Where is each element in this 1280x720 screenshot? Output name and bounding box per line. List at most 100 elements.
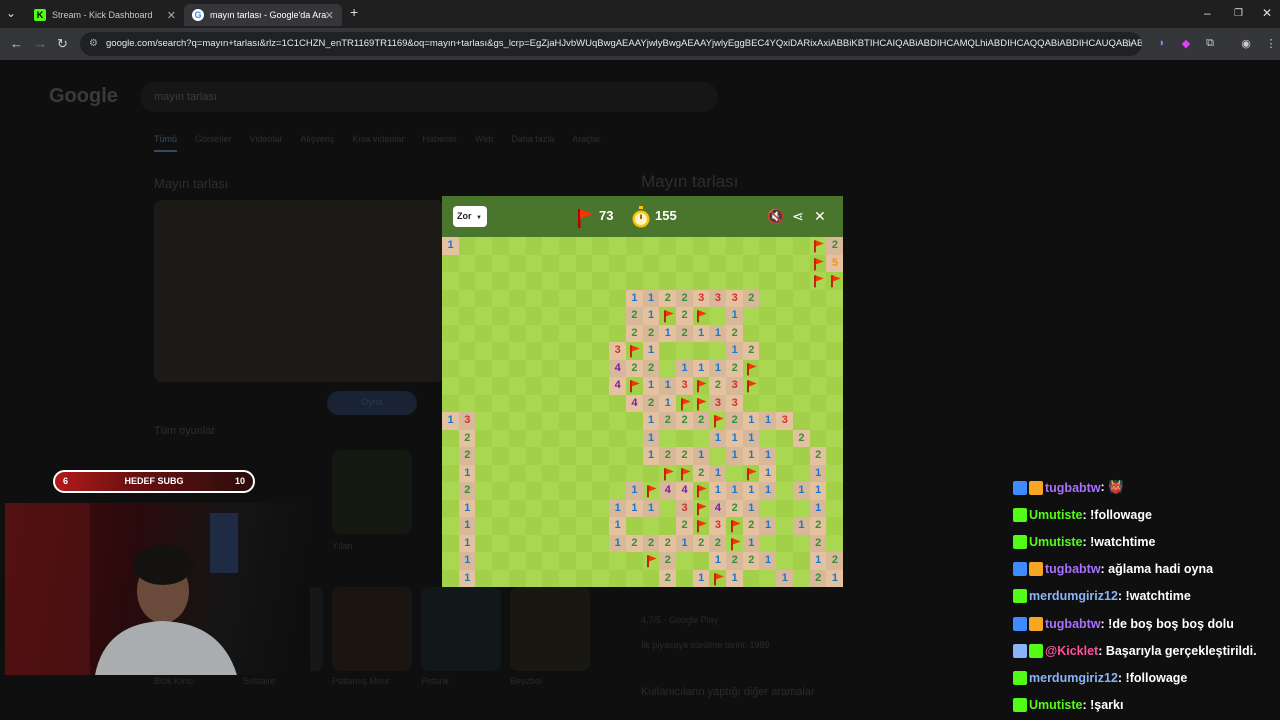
board-cell[interactable] bbox=[625, 412, 643, 430]
board-cell[interactable] bbox=[776, 464, 794, 483]
board-cell[interactable] bbox=[558, 289, 577, 308]
board-cell[interactable] bbox=[442, 429, 460, 448]
board-cell[interactable] bbox=[759, 272, 777, 290]
board-cell[interactable] bbox=[809, 394, 827, 413]
board-cell[interactable] bbox=[525, 377, 543, 395]
board-cell[interactable]: 1 bbox=[625, 482, 643, 500]
board-cell[interactable]: 3 bbox=[726, 394, 744, 413]
board-cell[interactable] bbox=[792, 394, 811, 413]
board-cell[interactable] bbox=[508, 429, 527, 448]
board-cell[interactable] bbox=[792, 552, 811, 570]
board-cell[interactable] bbox=[642, 569, 660, 587]
board-cell[interactable] bbox=[575, 534, 593, 553]
board-cell[interactable] bbox=[508, 237, 527, 255]
board-cell[interactable]: 2 bbox=[726, 552, 744, 570]
board-cell[interactable] bbox=[492, 464, 510, 483]
board-cell[interactable]: 1 bbox=[659, 394, 677, 413]
board-cell[interactable] bbox=[458, 377, 476, 395]
board-cell[interactable] bbox=[575, 324, 593, 343]
tab-tools[interactable]: Araçlar bbox=[572, 134, 601, 152]
sound-muted-icon[interactable]: 🔇 bbox=[767, 208, 784, 225]
board-cell[interactable] bbox=[492, 359, 510, 378]
board-cell[interactable]: 1 bbox=[709, 359, 727, 378]
board-cell[interactable] bbox=[558, 394, 577, 413]
board-cell[interactable] bbox=[508, 289, 527, 308]
board-cell[interactable] bbox=[542, 499, 560, 518]
board-cell[interactable] bbox=[542, 552, 560, 570]
board-cell[interactable]: 4 bbox=[675, 482, 694, 500]
board-cell[interactable] bbox=[759, 569, 777, 587]
board-cell[interactable]: 2 bbox=[726, 499, 744, 518]
board-cell[interactable]: 2 bbox=[458, 482, 476, 500]
board-cell[interactable] bbox=[692, 342, 710, 360]
board-cell[interactable] bbox=[492, 254, 510, 273]
board-cell[interactable] bbox=[609, 482, 627, 500]
board-cell[interactable]: 3 bbox=[726, 377, 744, 395]
flag-icon[interactable] bbox=[809, 237, 827, 255]
board-cell[interactable] bbox=[525, 552, 543, 570]
board-cell[interactable] bbox=[692, 552, 710, 570]
flag-icon[interactable] bbox=[709, 569, 727, 587]
board-cell[interactable] bbox=[442, 307, 460, 325]
board-cell[interactable]: 2 bbox=[742, 517, 760, 535]
board-cell[interactable] bbox=[659, 429, 677, 448]
board-cell[interactable]: 1 bbox=[458, 552, 476, 570]
board-cell[interactable] bbox=[642, 237, 660, 255]
board-cell[interactable] bbox=[508, 534, 527, 553]
board-cell[interactable] bbox=[458, 254, 476, 273]
board-cell[interactable] bbox=[575, 464, 593, 483]
board-cell[interactable] bbox=[558, 412, 577, 430]
board-cell[interactable] bbox=[492, 569, 510, 587]
board-cell[interactable] bbox=[558, 482, 577, 500]
board-cell[interactable] bbox=[625, 569, 643, 587]
board-cell[interactable] bbox=[592, 307, 610, 325]
board-cell[interactable] bbox=[792, 569, 811, 587]
board-cell[interactable]: 1 bbox=[709, 552, 727, 570]
board-cell[interactable] bbox=[442, 482, 460, 500]
flag-icon[interactable] bbox=[675, 394, 694, 413]
board-cell[interactable] bbox=[792, 447, 811, 465]
board-cell[interactable] bbox=[592, 569, 610, 587]
board-cell[interactable] bbox=[442, 254, 460, 273]
board-cell[interactable] bbox=[692, 272, 710, 290]
board-cell[interactable] bbox=[625, 272, 643, 290]
tab-news[interactable]: Haberler bbox=[422, 134, 457, 152]
board-cell[interactable] bbox=[726, 464, 744, 483]
board-cell[interactable] bbox=[542, 464, 560, 483]
board-cell[interactable] bbox=[726, 254, 744, 273]
board-cell[interactable]: 1 bbox=[726, 429, 744, 448]
board-cell[interactable] bbox=[558, 464, 577, 483]
board-cell[interactable] bbox=[609, 569, 627, 587]
flag-icon[interactable] bbox=[826, 272, 843, 290]
chat-username[interactable]: tugbabtw bbox=[1045, 617, 1101, 631]
board-cell[interactable] bbox=[776, 429, 794, 448]
board-cell[interactable] bbox=[575, 552, 593, 570]
board-cell[interactable]: 2 bbox=[642, 324, 660, 343]
board-cell[interactable] bbox=[542, 237, 560, 255]
board-cell[interactable] bbox=[709, 237, 727, 255]
board-cell[interactable] bbox=[475, 534, 493, 553]
board-cell[interactable] bbox=[792, 342, 811, 360]
board-cell[interactable] bbox=[592, 552, 610, 570]
minesweeper-preview-image[interactable] bbox=[154, 200, 444, 382]
board-cell[interactable] bbox=[542, 429, 560, 448]
board-cell[interactable] bbox=[776, 482, 794, 500]
board-cell[interactable] bbox=[809, 342, 827, 360]
board-cell[interactable]: 1 bbox=[625, 289, 643, 308]
flag-icon[interactable] bbox=[625, 342, 643, 360]
board-cell[interactable] bbox=[558, 534, 577, 553]
board-cell[interactable]: 1 bbox=[742, 429, 760, 448]
board-cell[interactable] bbox=[642, 464, 660, 483]
board-cell[interactable] bbox=[542, 482, 560, 500]
chat-username[interactable]: merdumgiriz12 bbox=[1029, 589, 1118, 603]
board-cell[interactable]: 3 bbox=[675, 377, 694, 395]
flag-icon[interactable] bbox=[809, 272, 827, 290]
board-cell[interactable] bbox=[809, 412, 827, 430]
board-cell[interactable]: 2 bbox=[726, 412, 744, 430]
board-cell[interactable]: 3 bbox=[609, 342, 627, 360]
bookmark-star-icon[interactable]: ☆ bbox=[1122, 37, 1136, 51]
board-cell[interactable]: 3 bbox=[709, 517, 727, 535]
board-cell[interactable] bbox=[709, 447, 727, 465]
board-cell[interactable]: 1 bbox=[759, 412, 777, 430]
board-cell[interactable] bbox=[776, 359, 794, 378]
